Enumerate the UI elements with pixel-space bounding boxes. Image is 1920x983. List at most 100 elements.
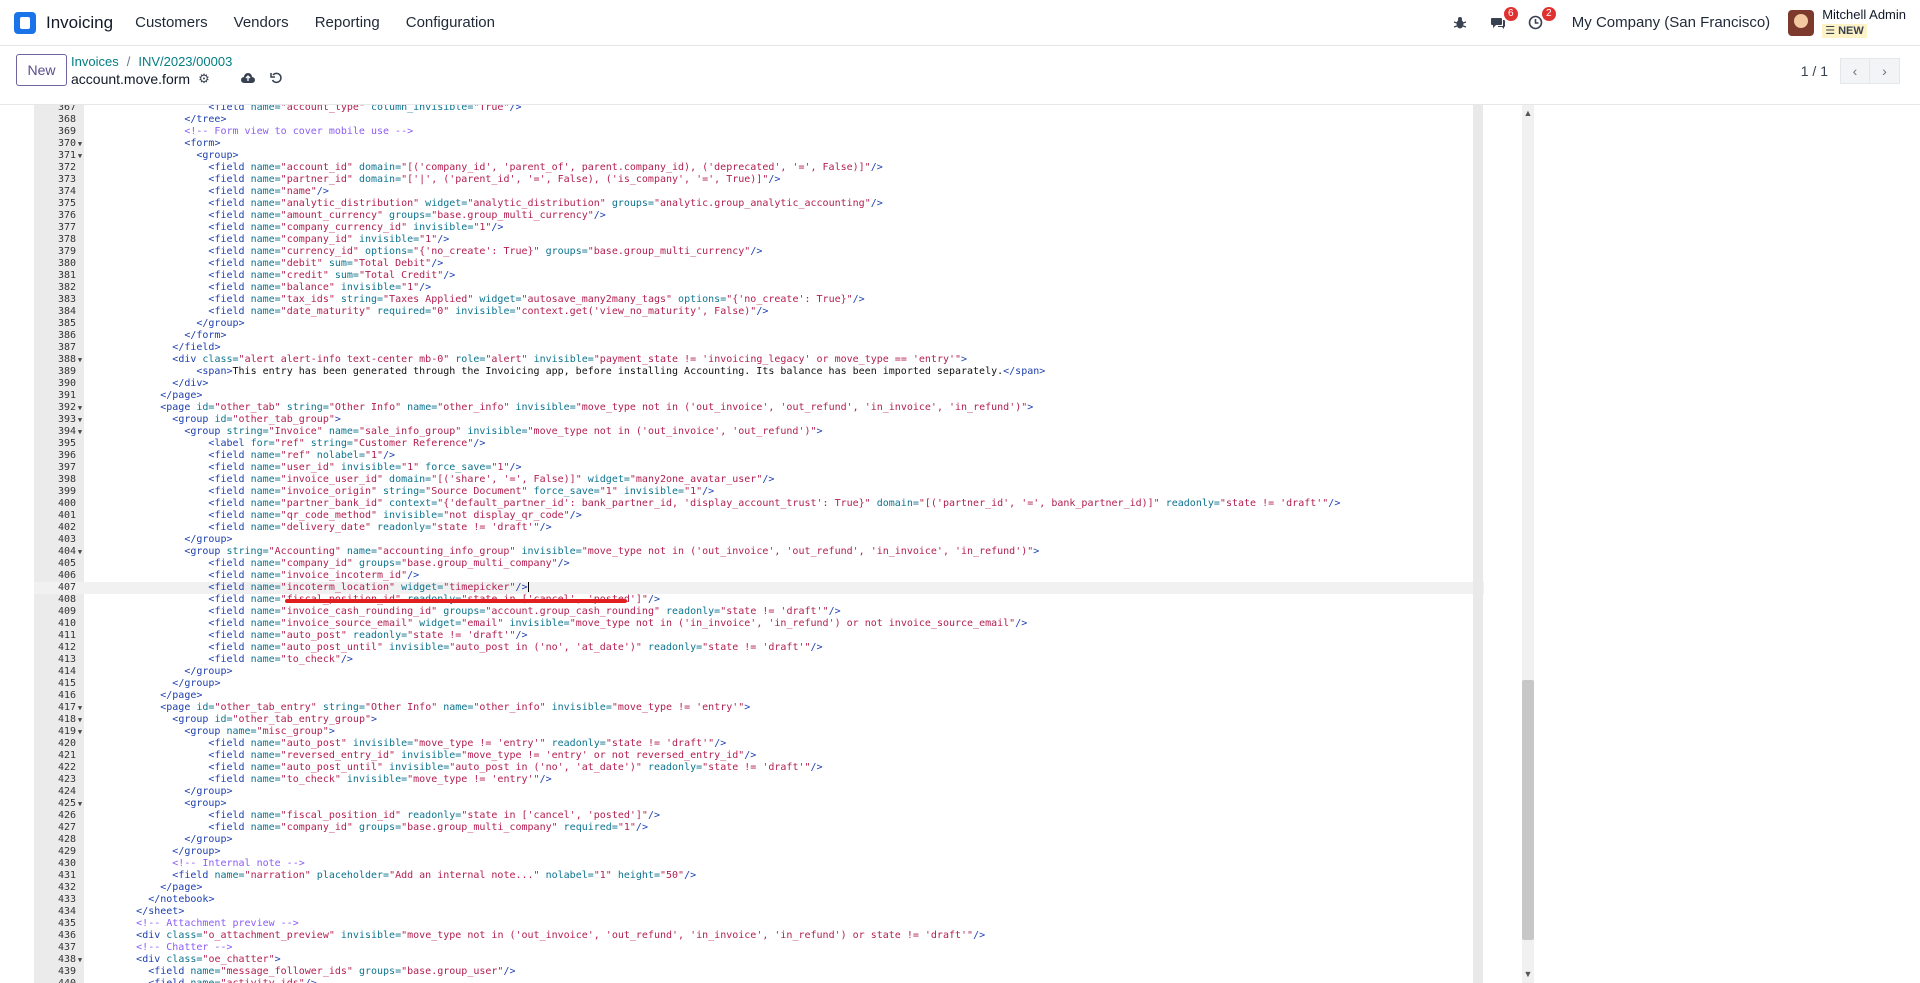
code-line[interactable]: 403 </group> [34,534,1484,546]
save-cloud-icon[interactable] [240,71,256,87]
code-line[interactable]: 411 <field name="auto_post" readonly="st… [34,630,1484,642]
fold-arrow-icon[interactable]: ▼ [76,138,84,150]
code-line[interactable]: 437 <!-- Chatter --> [34,942,1484,954]
pager-next-button[interactable]: › [1870,58,1900,84]
code-line[interactable]: 422 <field name="auto_post_until" invisi… [34,762,1484,774]
company-switcher[interactable]: My Company (San Francisco) [1572,14,1770,31]
scroll-up-arrow-icon[interactable]: ▲ [1522,107,1534,119]
fold-arrow-icon[interactable]: ▼ [76,726,84,738]
pager-value[interactable]: 1 / 1 [1801,63,1828,79]
user-avatar[interactable] [1788,9,1815,36]
code-line[interactable]: 379 <field name="currency_id" options="{… [34,246,1484,258]
code-line[interactable]: 425 ▼ <group> [34,798,1484,810]
code-line[interactable]: 435 <!-- Attachment preview --> [34,918,1484,930]
fold-arrow-icon[interactable]: ▼ [76,150,84,162]
page-scrollbar-thumb[interactable] [1522,680,1534,940]
code-line[interactable]: 417 ▼ <page id="other_tab_entry" string="… [34,702,1484,714]
code-line[interactable]: 387 </field> [34,342,1484,354]
code-line[interactable]: 419 ▼ <group name="misc_group"> [34,726,1484,738]
code-line[interactable]: 398 <field name="invoice_user_id" domain… [34,474,1484,486]
code-line[interactable]: 426 <field name="fiscal_position_id" rea… [34,810,1484,822]
fold-arrow-icon[interactable]: ▼ [76,426,84,438]
menu-customers[interactable]: Customers [135,14,208,31]
code-line[interactable]: 368 </tree> [34,114,1484,126]
scroll-down-arrow-icon[interactable]: ▼ [1522,968,1534,980]
code-line[interactable]: 376 <field name="amount_currency" groups… [34,210,1484,222]
fold-arrow-icon[interactable]: ▼ [76,354,84,366]
code-line[interactable]: 378 <field name="company_id" invisible="… [34,234,1484,246]
menu-configuration[interactable]: Configuration [406,14,495,31]
code-line[interactable]: 400 <field name="partner_bank_id" contex… [34,498,1484,510]
code-line[interactable]: 436 <div class="o_attachment_preview" in… [34,930,1484,942]
code-line[interactable]: 413 <field name="to_check"/> [34,654,1484,666]
code-line[interactable]: 427 <field name="company_id" groups="bas… [34,822,1484,834]
code-line[interactable]: 367 <field name="account_type" column_in… [34,105,1484,114]
gear-icon[interactable]: ⚙ [198,71,210,87]
code-line[interactable]: 372 <field name="account_id" domain="[('… [34,162,1484,174]
code-line[interactable]: 432 </page> [34,882,1484,894]
code-line[interactable]: 394 ▼ <group string="Invoice" name="sale_… [34,426,1484,438]
menu-vendors[interactable]: Vendors [234,14,289,31]
code-line[interactable]: 401 <field name="qr_code_method" invisib… [34,510,1484,522]
code-line[interactable]: 385 </group> [34,318,1484,330]
code-line[interactable]: 421 <field name="reversed_entry_id" invi… [34,750,1484,762]
code-editor[interactable]: 367 <field name="account_type" column_in… [34,105,1484,983]
code-line[interactable]: 433 </notebook> [34,894,1484,906]
fold-arrow-icon[interactable]: ▼ [76,954,84,966]
code-line[interactable]: 389 <span>This entry has been generated … [34,366,1484,378]
code-line[interactable]: 431 <field name="narration" placeholder=… [34,870,1484,882]
code-line[interactable]: 439 <field name="message_follower_ids" g… [34,966,1484,978]
code-line[interactable]: 395 <label for="ref" string="Customer Re… [34,438,1484,450]
code-line[interactable]: 428 </group> [34,834,1484,846]
code-line[interactable]: 369 <!-- Form view to cover mobile use -… [34,126,1484,138]
code-line[interactable]: 384 <field name="date_maturity" required… [34,306,1484,318]
code-line[interactable]: 407 <field name="incoterm_location" widg… [34,582,1484,594]
code-line[interactable]: 390 </div> [34,378,1484,390]
code-line[interactable]: 405 <field name="company_id" groups="bas… [34,558,1484,570]
code-line[interactable]: 383 <field name="tax_ids" string="Taxes … [34,294,1484,306]
code-line[interactable]: 382 <field name="balance" invisible="1"/… [34,282,1484,294]
code-line[interactable]: 397 <field name="user_id" invisible="1" … [34,462,1484,474]
app-name[interactable]: Invoicing [46,13,113,33]
code-line[interactable]: 374 <field name="name"/> [34,186,1484,198]
code-line[interactable]: 386 </form> [34,330,1484,342]
code-line[interactable]: 388 ▼ <div class="alert alert-info text-c… [34,354,1484,366]
code-line[interactable]: 393 ▼ <group id="other_tab_group"> [34,414,1484,426]
bug-icon[interactable] [1450,13,1470,33]
breadcrumb-invoice-record[interactable]: INV/2023/00003 [138,54,232,69]
code-line[interactable]: 440 <field name="activity_ids"/> [34,978,1484,983]
code-line[interactable]: 414 </group> [34,666,1484,678]
code-line[interactable]: 415 </group> [34,678,1484,690]
fold-arrow-icon[interactable]: ▼ [76,402,84,414]
code-line[interactable]: 412 <field name="auto_post_until" invisi… [34,642,1484,654]
code-line[interactable]: 418 ▼ <group id="other_tab_entry_group"> [34,714,1484,726]
activities-icon[interactable]: 2 [1526,6,1556,33]
breadcrumb-invoices[interactable]: Invoices [71,54,119,69]
editor-scrollbar[interactable] [1473,105,1483,983]
code-line[interactable]: 380 <field name="debit" sum="Total Debit… [34,258,1484,270]
code-line[interactable]: 381 <field name="credit" sum="Total Cred… [34,270,1484,282]
pager-previous-button[interactable]: ‹ [1840,58,1870,84]
code-line[interactable]: 396 <field name="ref" nolabel="1"/> [34,450,1484,462]
code-line[interactable]: 434 </sheet> [34,906,1484,918]
code-line[interactable]: 424 </group> [34,786,1484,798]
new-button[interactable]: New [16,54,67,86]
fold-arrow-icon[interactable]: ▼ [76,714,84,726]
code-line[interactable]: 402 <field name="delivery_date" readonly… [34,522,1484,534]
discard-changes-icon[interactable] [269,71,283,87]
code-line[interactable]: 392 ▼ <page id="other_tab" string="Other … [34,402,1484,414]
code-line[interactable]: 404 ▼ <group string="Accounting" name="ac… [34,546,1484,558]
code-line[interactable]: 373 <field name="partner_id" domain="['|… [34,174,1484,186]
code-line[interactable]: 391 </page> [34,390,1484,402]
fold-arrow-icon[interactable]: ▼ [76,414,84,426]
code-line[interactable]: 371 ▼ <group> [34,150,1484,162]
code-line[interactable]: 438 ▼ <div class="oe_chatter"> [34,954,1484,966]
code-line[interactable]: 429 </group> [34,846,1484,858]
user-menu[interactable]: Mitchell Admin ☰ NEW [1822,7,1906,38]
code-line[interactable]: 377 <field name="company_currency_id" in… [34,222,1484,234]
messages-icon[interactable]: 6 [1488,6,1518,33]
fold-arrow-icon[interactable]: ▼ [76,546,84,558]
menu-reporting[interactable]: Reporting [315,14,380,31]
code-line[interactable]: 375 <field name="analytic_distribution" … [34,198,1484,210]
code-line[interactable]: 420 <field name="auto_post" invisible="m… [34,738,1484,750]
